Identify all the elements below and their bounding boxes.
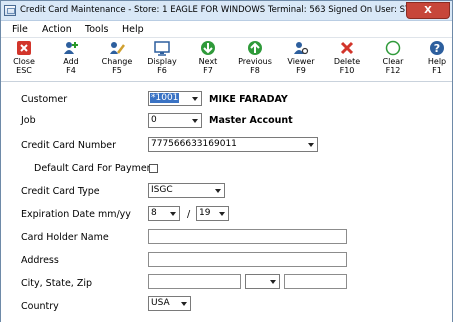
clear-button[interactable]: Clear F12 bbox=[375, 40, 411, 80]
help-question-icon: ? bbox=[430, 41, 444, 55]
expiration-month-select[interactable]: 8 bbox=[148, 206, 180, 221]
chevron-down-icon bbox=[170, 212, 176, 216]
zip-input[interactable] bbox=[284, 274, 347, 289]
menu-tools[interactable]: Tools bbox=[85, 24, 108, 35]
country-label: Country bbox=[21, 301, 59, 312]
country-value: USA bbox=[151, 298, 170, 308]
delete-button-key: F10 bbox=[339, 66, 355, 75]
card-number-label: Credit Card Number bbox=[21, 140, 116, 151]
add-button[interactable]: Add F4 bbox=[53, 40, 89, 80]
job-label: Job bbox=[21, 115, 36, 126]
credit-card-maintenance-window: Credit Card Maintenance - Store: 1 EAGLE… bbox=[0, 0, 453, 322]
card-type-label: Credit Card Type bbox=[21, 186, 100, 197]
delete-button[interactable]: Delete F10 bbox=[329, 40, 365, 80]
address-input[interactable] bbox=[148, 252, 347, 267]
menu-file[interactable]: File bbox=[12, 24, 28, 35]
city-input[interactable] bbox=[148, 274, 241, 289]
viewer-button-key: F9 bbox=[296, 66, 306, 75]
previous-up-arrow-icon bbox=[248, 41, 262, 55]
country-select[interactable]: USA bbox=[148, 296, 191, 311]
menu-help[interactable]: Help bbox=[122, 24, 144, 35]
card-holder-label: Card Holder Name bbox=[21, 232, 109, 243]
change-button[interactable]: Change F5 bbox=[99, 40, 135, 80]
customer-name: MIKE FARADAY bbox=[209, 94, 288, 105]
change-pencil-icon bbox=[110, 42, 125, 54]
expiration-year-value: 19 bbox=[199, 208, 211, 218]
clear-button-label: Clear bbox=[382, 57, 404, 66]
change-button-label: Change bbox=[101, 57, 133, 66]
job-name: Master Account bbox=[209, 115, 293, 126]
next-button-label: Next bbox=[198, 57, 218, 66]
next-down-arrow-icon bbox=[201, 41, 215, 55]
next-button[interactable]: Next F7 bbox=[190, 40, 226, 80]
delete-red-x-icon bbox=[340, 41, 354, 55]
close-button-key: ESC bbox=[16, 66, 32, 75]
add-icon bbox=[64, 42, 78, 54]
card-holder-input[interactable] bbox=[148, 229, 347, 244]
customer-value: *1001 bbox=[150, 93, 180, 103]
title-bar: Credit Card Maintenance - Store: 1 EAGLE… bbox=[1, 1, 452, 21]
change-button-key: F5 bbox=[112, 66, 122, 75]
display-button-key: F6 bbox=[157, 66, 167, 75]
customer-label: Customer bbox=[21, 94, 68, 105]
help-button[interactable]: ? Help F1 bbox=[419, 40, 453, 80]
window-close-button[interactable]: X bbox=[406, 2, 450, 19]
card-type-value: ISGC bbox=[151, 185, 173, 195]
close-button-label: Close bbox=[13, 57, 35, 66]
add-button-key: F4 bbox=[66, 66, 76, 75]
help-button-key: F1 bbox=[432, 66, 442, 75]
viewer-button-label: Viewer bbox=[287, 57, 315, 66]
viewer-icon bbox=[294, 42, 309, 55]
credit-card-form: Customer *1001 MIKE FARADAY Job 0 Master… bbox=[1, 83, 452, 322]
svg-text:?: ? bbox=[434, 42, 440, 55]
chevron-down-icon bbox=[215, 189, 221, 193]
previous-button[interactable]: Previous F8 bbox=[237, 40, 273, 80]
help-button-label: Help bbox=[427, 57, 447, 66]
previous-button-label: Previous bbox=[238, 57, 272, 66]
expiration-separator: / bbox=[187, 209, 191, 220]
chevron-down-icon bbox=[181, 302, 187, 306]
address-label: Address bbox=[21, 255, 59, 266]
expiration-label: Expiration Date mm/yy bbox=[21, 209, 131, 220]
next-button-key: F7 bbox=[203, 66, 213, 75]
job-select[interactable]: 0 bbox=[148, 113, 202, 128]
expiration-month-value: 8 bbox=[151, 208, 157, 218]
close-button[interactable]: Close ESC bbox=[6, 40, 42, 80]
menu-action[interactable]: Action bbox=[42, 24, 72, 35]
close-red-x-icon bbox=[17, 41, 31, 55]
default-card-checkbox[interactable] bbox=[149, 164, 158, 173]
previous-button-key: F8 bbox=[250, 66, 260, 75]
delete-button-label: Delete bbox=[333, 57, 361, 66]
add-button-label: Add bbox=[63, 57, 79, 66]
menu-bar: File Action Tools Help bbox=[1, 21, 452, 38]
card-type-select[interactable]: ISGC bbox=[148, 183, 225, 198]
display-button[interactable]: Display F6 bbox=[144, 40, 180, 80]
state-select[interactable] bbox=[245, 274, 280, 289]
viewer-button[interactable]: Viewer F9 bbox=[283, 40, 319, 80]
chevron-down-icon bbox=[308, 143, 314, 147]
card-number-select[interactable]: 777566633169011 bbox=[148, 137, 318, 152]
expiration-year-select[interactable]: 19 bbox=[196, 206, 229, 221]
window-title: Credit Card Maintenance - Store: 1 EAGLE… bbox=[20, 5, 434, 15]
chevron-down-icon bbox=[219, 212, 225, 216]
chevron-down-icon bbox=[192, 97, 198, 101]
clear-button-key: F12 bbox=[385, 66, 401, 75]
display-button-label: Display bbox=[147, 57, 177, 66]
card-number-value: 777566633169011 bbox=[151, 139, 237, 149]
customer-select[interactable]: *1001 bbox=[148, 91, 202, 106]
clear-circle-icon bbox=[385, 40, 401, 56]
toolbar: Close ESC Add F4 Change F5 Display F6 Ne… bbox=[1, 38, 452, 82]
display-monitor-icon bbox=[154, 41, 170, 56]
chevron-down-icon bbox=[270, 280, 276, 284]
city-state-zip-label: City, State, Zip bbox=[21, 278, 93, 289]
app-window-icon bbox=[4, 5, 16, 16]
job-value: 0 bbox=[151, 115, 157, 125]
default-card-label: Default Card For Payment bbox=[34, 163, 157, 174]
chevron-down-icon bbox=[192, 119, 198, 123]
